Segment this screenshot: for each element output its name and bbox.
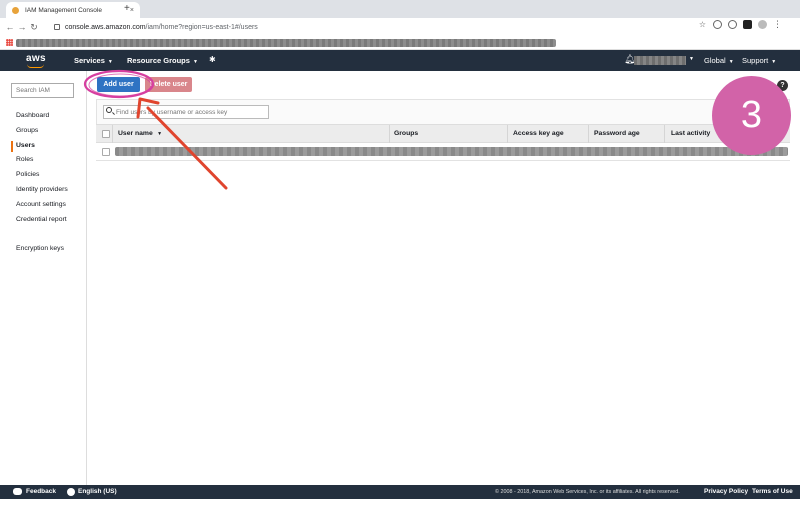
resource-groups-menu[interactable]: Resource Groups ▼ (127, 56, 198, 65)
feedback-chat-icon[interactable] (13, 488, 22, 495)
tab-title: IAM Management Console (25, 6, 102, 14)
support-label: Support (742, 56, 769, 65)
lock-icon (54, 24, 60, 30)
new-tab-icon[interactable]: + (124, 3, 130, 14)
chevron-down-icon: ▼ (192, 59, 198, 65)
url-host: console.aws.amazon.com (65, 23, 146, 31)
users-table-header: User name ▼ Groups Access key age Passwo… (96, 124, 790, 143)
column-header-groups[interactable]: Groups (394, 130, 418, 137)
sidebar-item-identity-providers[interactable]: Identity providers (0, 183, 87, 198)
bottom-margin (0, 499, 800, 509)
column-header-password-age[interactable]: Password age (594, 130, 640, 137)
step-number-badge: 3 (712, 76, 791, 155)
sidebar-item-policies[interactable]: Policies (0, 168, 87, 183)
pin-icon[interactable]: ✱ (209, 55, 216, 64)
url-path: /iam/home?region=us-east-1#/users (145, 23, 258, 31)
aws-footer: Feedback English (US) © 2008 - 2018, Ama… (0, 485, 800, 499)
terms-of-use-link[interactable]: Terms of Use (752, 488, 793, 495)
sort-desc-icon: ▼ (155, 131, 163, 137)
info-extension-icon[interactable] (713, 20, 722, 29)
bookmarks-bar (0, 36, 800, 50)
user-filter-input[interactable] (103, 105, 269, 119)
globe-icon[interactable] (67, 487, 75, 496)
extension-icon[interactable] (728, 20, 737, 29)
extension-icons: ☆ ⋮ (698, 19, 782, 29)
redacted-user-row (115, 147, 788, 156)
sidebar-item-users[interactable]: Users (0, 139, 87, 154)
address-bar[interactable]: console.aws.amazon.com/iam/home?region=u… (54, 20, 712, 34)
resource-groups-label: Resource Groups (127, 56, 190, 65)
column-header-access-key-age[interactable]: Access key age (513, 130, 564, 137)
browser-toolbar: ← → ↻ console.aws.amazon.com/iam/home?re… (0, 18, 800, 36)
badge-extension-icon[interactable] (743, 20, 752, 29)
delete-user-button[interactable]: Delete user (145, 77, 192, 92)
back-icon[interactable]: ← (4, 22, 16, 32)
close-icon[interactable]: × (130, 7, 134, 14)
services-menu[interactable]: Services ▼ (74, 56, 113, 65)
chevron-down-icon: ▼ (771, 59, 777, 65)
column-divider (664, 125, 665, 143)
profile-avatar-icon[interactable] (758, 20, 767, 29)
region-label: Global (704, 56, 726, 65)
column-divider (588, 125, 589, 143)
services-label: Services (74, 56, 105, 65)
apps-grid-icon[interactable] (6, 39, 13, 46)
add-user-button[interactable]: Add user (97, 77, 140, 92)
privacy-policy-link[interactable]: Privacy Policy (704, 488, 748, 495)
column-divider (507, 125, 508, 143)
aws-logo[interactable]: aws (26, 53, 46, 64)
sidebar-item-credential-report[interactable]: Credential report (0, 213, 87, 228)
reload-icon[interactable]: ↻ (28, 22, 40, 33)
chevron-down-icon: ▼ (689, 56, 694, 62)
browser-tabstrip: IAM Management Console × + (0, 0, 800, 18)
sidebar-nav-list: Dashboard Groups Users Roles Policies Id… (0, 109, 87, 227)
row-checkbox[interactable] (102, 148, 110, 156)
column-header-last-activity[interactable]: Last activity (671, 130, 710, 137)
sidebar-item-account-settings[interactable]: Account settings (0, 198, 87, 213)
sidebar-item-groups[interactable]: Groups (0, 124, 87, 139)
browser-tab[interactable]: IAM Management Console × (6, 2, 140, 18)
column-header-user-name[interactable]: User name ▼ (118, 130, 162, 137)
select-all-checkbox[interactable] (102, 130, 110, 138)
redacted-account-name[interactable] (634, 56, 686, 65)
sidebar-item-dashboard[interactable]: Dashboard (0, 109, 87, 124)
language-selector[interactable]: English (US) (78, 488, 117, 495)
star-icon[interactable]: ☆ (698, 20, 707, 29)
redacted-bookmarks (16, 39, 556, 47)
aws-top-nav: aws Services ▼ Resource Groups ▼ ✱ 🔔︎ ▼ Gl… (0, 50, 800, 71)
search-iam-input[interactable] (11, 83, 74, 98)
column-divider (389, 125, 390, 143)
copyright-text: © 2008 - 2018, Amazon Web Services, Inc.… (495, 489, 680, 495)
sidebar-item-roles[interactable]: Roles (0, 153, 87, 168)
iam-sidebar: Dashboard Groups Users Roles Policies Id… (0, 71, 87, 485)
chevron-down-icon: ▼ (728, 59, 734, 65)
search-icon (106, 107, 112, 113)
chevron-down-icon: ▼ (107, 59, 113, 65)
user-name-header-label: User name (118, 130, 153, 137)
region-menu[interactable]: Global ▼ (704, 56, 734, 65)
sidebar-item-encryption-keys[interactable]: Encryption keys (16, 245, 64, 252)
support-menu[interactable]: Support ▼ (742, 56, 776, 65)
kebab-menu-icon[interactable]: ⋮ (773, 19, 782, 29)
aws-favicon-icon (12, 6, 19, 14)
forward-icon[interactable]: → (16, 22, 28, 32)
aws-smile-icon (27, 64, 44, 68)
column-divider (112, 125, 113, 143)
feedback-link[interactable]: Feedback (26, 488, 56, 495)
